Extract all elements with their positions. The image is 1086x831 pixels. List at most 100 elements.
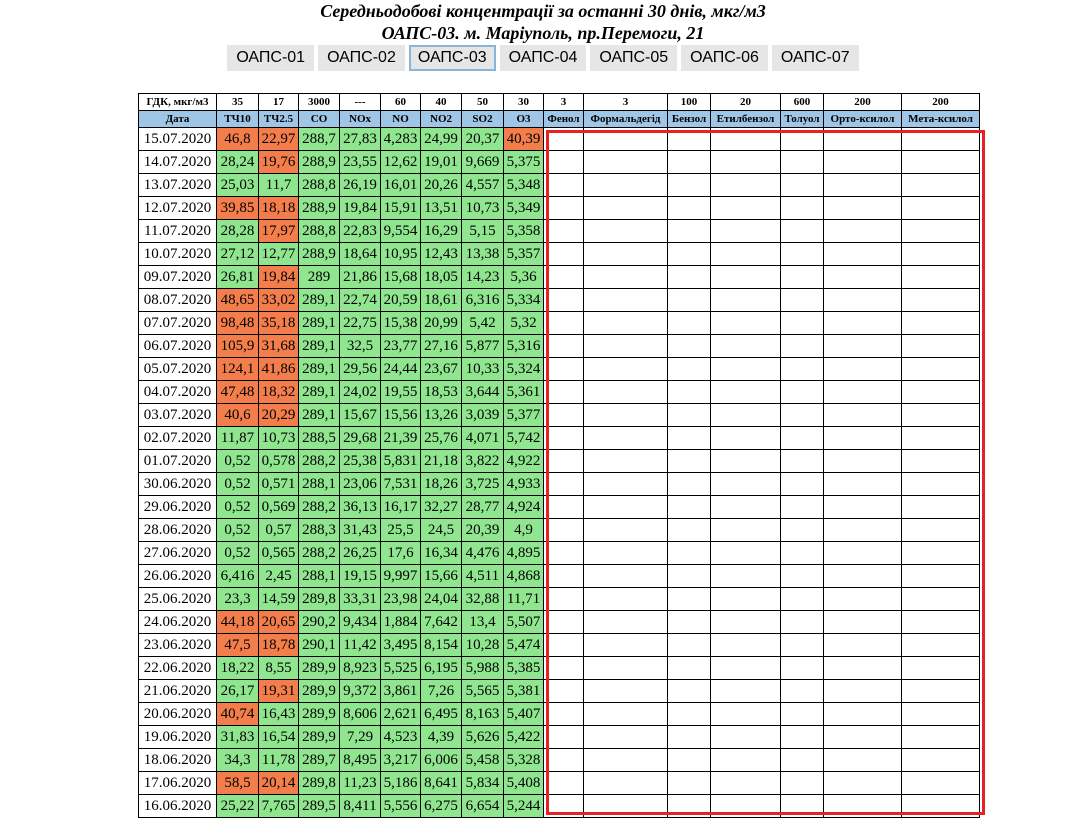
- empty-cell: [583, 679, 668, 703]
- value-cell: 5,334: [503, 288, 544, 312]
- value-cell: 19,84: [258, 265, 299, 289]
- empty-cell: [901, 196, 980, 220]
- value-cell: 40,6: [216, 403, 259, 427]
- date-cell: 21.06.2020: [138, 679, 217, 703]
- value-cell: 5,358: [503, 219, 544, 243]
- empty-cell: [667, 380, 711, 404]
- empty-cell: [543, 771, 584, 795]
- tab-station[interactable]: ОАПС-06: [681, 45, 768, 71]
- table-row: 06.07.2020 105,9 31,68 289,1 32,5 23,77 27,16 5…: [138, 334, 980, 358]
- value-cell: 18,64: [339, 242, 381, 266]
- value-cell: 47,5: [216, 633, 259, 657]
- empty-cell: [901, 656, 980, 680]
- tab-station[interactable]: ОАПС-05: [590, 45, 678, 71]
- value-cell: 5,348: [503, 173, 544, 197]
- empty-cell: [823, 403, 902, 427]
- empty-cell: [583, 403, 668, 427]
- value-cell: 288,8: [298, 173, 340, 197]
- table-row: 23.06.2020 47,5 18,78 290,1 11,42 3,495 8,154 1…: [138, 633, 980, 657]
- empty-cell: [710, 173, 781, 197]
- value-cell: 24,5: [420, 518, 462, 542]
- value-cell: 11,78: [258, 748, 299, 772]
- empty-cell: [710, 771, 781, 795]
- empty-cell: [667, 196, 711, 220]
- empty-cell: [583, 357, 668, 381]
- empty-cell: [780, 196, 824, 220]
- value-cell: 12,77: [258, 242, 299, 266]
- table-row: 29.06.2020 0,52 0,569 288,2 36,13 16,17 32,27 2…: [138, 495, 980, 519]
- empty-cell: [780, 702, 824, 726]
- empty-cell: [583, 219, 668, 243]
- value-cell: 288,8: [298, 219, 340, 243]
- empty-cell: [901, 472, 980, 496]
- empty-cell: [710, 334, 781, 358]
- date-cell: 11.07.2020: [138, 219, 217, 243]
- gdk-label: ГДК, мкг/м3: [138, 93, 217, 111]
- column-header: NOx: [339, 110, 381, 128]
- date-cell: 23.06.2020: [138, 633, 217, 657]
- empty-cell: [543, 518, 584, 542]
- value-cell: 288,3: [298, 518, 340, 542]
- value-cell: 8,641: [420, 771, 462, 795]
- value-cell: 13,26: [420, 403, 462, 427]
- value-cell: 44,18: [216, 610, 259, 634]
- empty-cell: [583, 127, 668, 151]
- empty-cell: [667, 219, 711, 243]
- column-header: ТЧ2.5: [258, 110, 299, 128]
- table-row: 30.06.2020 0,52 0,571 288,1 23,06 7,531 18,26 3…: [138, 472, 980, 496]
- value-cell: 34,3: [216, 748, 259, 772]
- tab-station[interactable]: ОАПС-03: [408, 45, 496, 71]
- empty-cell: [823, 449, 902, 473]
- value-cell: 4,924: [503, 495, 544, 519]
- table-row: 21.06.2020 26,17 19,31 289,9 9,372 3,861 7,26 5…: [138, 679, 980, 703]
- value-cell: 6,195: [420, 656, 462, 680]
- empty-cell: [823, 311, 902, 335]
- value-cell: 25,5: [380, 518, 421, 542]
- empty-cell: [823, 472, 902, 496]
- empty-cell: [901, 150, 980, 174]
- gdk-value: 30: [503, 93, 544, 111]
- empty-cell: [667, 610, 711, 634]
- date-cell: 19.06.2020: [138, 725, 217, 749]
- table-row: 08.07.2020 48,65 33,02 289,1 22,74 20,59 18,61…: [138, 288, 980, 312]
- table-row: 10.07.2020 27,12 12,77 288,9 18,64 10,95 12,43…: [138, 242, 980, 266]
- value-cell: 288,9: [298, 150, 340, 174]
- date-cell: 14.07.2020: [138, 150, 217, 174]
- empty-cell: [780, 748, 824, 772]
- gdk-value: 17: [258, 93, 299, 111]
- empty-cell: [583, 771, 668, 795]
- empty-cell: [901, 564, 980, 588]
- value-cell: 10,73: [461, 196, 504, 220]
- value-cell: 5,458: [461, 748, 504, 772]
- date-cell: 02.07.2020: [138, 426, 217, 450]
- table-row: 05.07.2020 124,1 41,86 289,1 29,56 24,44 23,67…: [138, 357, 980, 381]
- value-cell: 22,97: [258, 127, 299, 151]
- tab-station[interactable]: ОАПС-04: [499, 45, 587, 71]
- tab-station[interactable]: ОАПС-02: [318, 45, 405, 71]
- empty-cell: [780, 242, 824, 266]
- value-cell: 4,9: [503, 518, 544, 542]
- value-cell: 27,16: [420, 334, 462, 358]
- empty-cell: [710, 311, 781, 335]
- tab-station[interactable]: ОАПС-01: [227, 45, 315, 71]
- value-cell: 7,26: [420, 679, 462, 703]
- tab-station[interactable]: ОАПС-07: [771, 45, 859, 71]
- gdk-value: 50: [461, 93, 504, 111]
- empty-cell: [823, 173, 902, 197]
- value-cell: 31,43: [339, 518, 381, 542]
- value-cell: 32,88: [461, 587, 504, 611]
- column-header: Толуол: [780, 110, 824, 128]
- value-cell: 32,5: [339, 334, 381, 358]
- empty-cell: [583, 633, 668, 657]
- table-row: 09.07.2020 26,81 19,84 289 21,86 15,68 18,05 14…: [138, 265, 980, 289]
- empty-cell: [667, 150, 711, 174]
- empty-cell: [780, 380, 824, 404]
- column-header: Орто-ксилол: [823, 110, 902, 128]
- table-row: 25.06.2020 23,3 14,59 289,8 33,31 23,98 24,04 3…: [138, 587, 980, 611]
- gdk-value: 20: [710, 93, 781, 111]
- value-cell: 15,91: [380, 196, 421, 220]
- value-cell: 289,8: [298, 587, 340, 611]
- table-row: 28.06.2020 0,52 0,57 288,3 31,43 25,5 24,5 20,3…: [138, 518, 980, 542]
- empty-cell: [543, 334, 584, 358]
- value-cell: 17,6: [380, 541, 421, 565]
